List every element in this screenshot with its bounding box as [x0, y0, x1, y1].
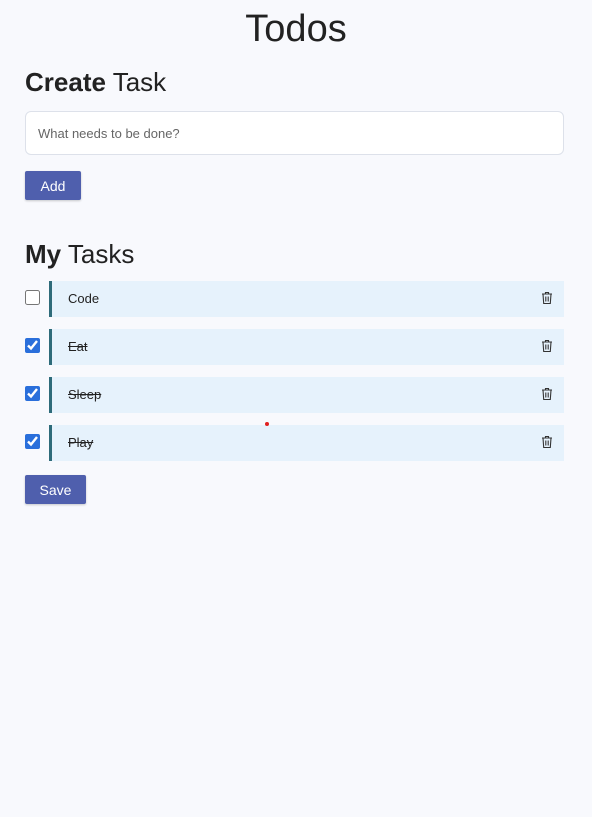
task-item: Play: [49, 425, 564, 461]
task-checkbox[interactable]: [25, 434, 40, 449]
save-button[interactable]: Save: [25, 475, 86, 504]
task-item: Code: [49, 281, 564, 317]
tasks-heading-bold: My: [25, 239, 62, 269]
task-row: Eat: [25, 329, 564, 365]
new-task-input[interactable]: [25, 111, 564, 155]
task-row: Sleep: [25, 377, 564, 413]
task-checkbox[interactable]: [25, 386, 40, 401]
trash-icon[interactable]: [541, 339, 553, 353]
task-label: Eat: [68, 339, 88, 354]
task-list: Code Eat Sleep Play: [25, 281, 564, 473]
task-label: Play: [68, 435, 94, 450]
trash-icon[interactable]: [541, 387, 553, 401]
cursor-dot: [265, 422, 269, 426]
task-row: Play: [25, 425, 564, 461]
trash-icon[interactable]: [541, 291, 553, 305]
task-label: Code: [68, 291, 100, 306]
add-button[interactable]: Add: [25, 171, 81, 200]
create-task-heading: Create Task: [25, 67, 166, 98]
task-row: Code: [25, 281, 564, 317]
create-heading-rest: Task: [105, 67, 167, 97]
my-tasks-heading: My Tasks: [25, 239, 134, 270]
trash-icon[interactable]: [541, 435, 553, 449]
create-heading-bold: Create: [25, 67, 106, 97]
task-label: Sleep: [68, 387, 102, 402]
page-title: Todos: [245, 8, 347, 50]
task-item: Sleep: [49, 377, 564, 413]
task-checkbox[interactable]: [25, 338, 40, 353]
task-item: Eat: [49, 329, 564, 365]
tasks-heading-rest: Tasks: [61, 239, 135, 269]
task-checkbox[interactable]: [25, 290, 40, 305]
